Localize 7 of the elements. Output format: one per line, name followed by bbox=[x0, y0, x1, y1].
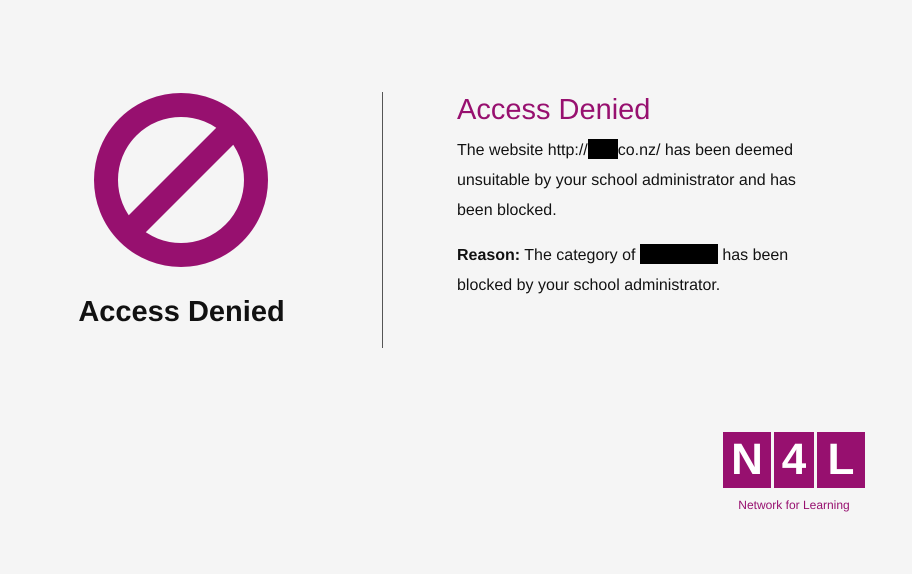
prohibition-icon bbox=[92, 92, 268, 268]
page-title: Access Denied bbox=[457, 93, 652, 127]
access-denied-heading: Access Denied bbox=[78, 295, 285, 330]
message-paragraph: The website http:// co.nz/ has been deemed unsuitable by your school administrator and has been blocked. bbox=[457, 136, 833, 226]
logo-mark: N 4 L bbox=[723, 432, 865, 488]
message-paragraph: Reason: The category of has been blocked by your school administrator. bbox=[457, 241, 833, 301]
logo-tagline: Network for Learning bbox=[738, 497, 850, 514]
